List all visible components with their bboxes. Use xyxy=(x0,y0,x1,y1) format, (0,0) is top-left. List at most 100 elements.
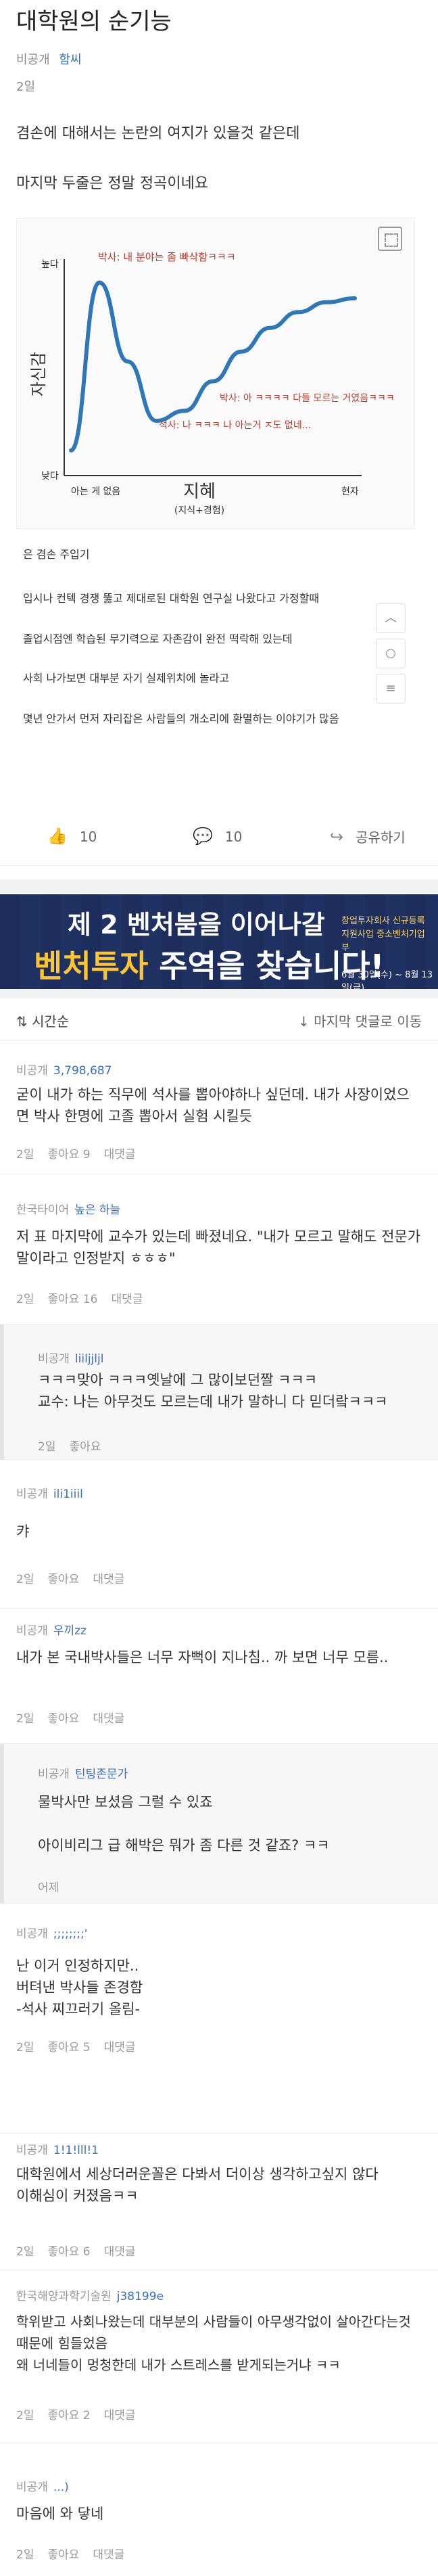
author-nickname[interactable]: 함씨 xyxy=(59,53,81,67)
comment-footer: 2일 좋아요 대댓글 xyxy=(16,1573,125,1586)
reply-button[interactable]: 대댓글 xyxy=(111,1293,143,1306)
banner-line-1: 제 2 벤처붐을 이어나갈 xyxy=(68,910,325,940)
comment-footer: 2일 좋아요 대댓글 xyxy=(16,1712,125,1726)
jump-to-last-comment[interactable]: ↓ 마지막 댓글로 이동 xyxy=(298,1011,422,1030)
comment-body: 내가 본 국내박사들은 너무 자뻑이 지나침.. 까 보면 너무 모름.. xyxy=(16,1649,389,1665)
thumbs-up-icon: 👍 xyxy=(47,827,68,846)
embed-text-line: 입시나 컨텍 경쟁 뚫고 제대로된 대학원 연구실 나왔다고 가정할때 xyxy=(23,592,320,605)
post-header: 대학원의 순기능 비공개 함씨 2일 xyxy=(0,0,438,95)
share-label: 공유하기 xyxy=(356,829,406,846)
section-divider xyxy=(0,879,438,893)
like-count: 10 xyxy=(79,829,97,845)
comment-meta: 한국타이어 높은 하늘 xyxy=(16,1203,121,1217)
scroll-up-icon[interactable]: ︿ xyxy=(376,603,406,633)
comment-item: 비공개 3,798,687 굳이 내가 하는 직무에 석사를 뽑아야하나 싶던데.… xyxy=(0,1042,438,1174)
body-line-2: 마지막 두줄은 정말 정곡이네요 xyxy=(16,175,209,192)
embedded-image[interactable]: 높다 낮다 자신감 아는 게 없음 현자 지혜 (지식+경험) 박사: 내 분야… xyxy=(16,218,415,894)
comment-like-button[interactable]: 좋아요 16 xyxy=(47,1293,97,1306)
body-line-1: 겸손에 대해서는 논란의 여지가 있을것 같은데 xyxy=(16,125,300,142)
comment-body: 난 이거 인정하지만.. 버텨낸 박사들 존경함 -석사 찌끄러기 올림- xyxy=(16,1958,143,2017)
embed-text-line: 사회 나가보면 대부분 자기 실제위치에 놀라고 xyxy=(23,672,230,685)
comment-body: 대학원에서 세상더러운꼴은 다봐서 더이상 생각하고싶지 않다 이해심이 커졌음ㅋ… xyxy=(16,2166,379,2204)
ad-banner[interactable]: 제 2 벤처붐을 이어나갈 벤처투자 주역을 찾습니다! 창업투자회사 신규등록… xyxy=(0,894,438,989)
post-body: 겸손에 대해서는 논란의 여지가 있을것 같은데 마지막 두줄은 정말 정곡이네… xyxy=(0,123,438,195)
comment-meta: 비공개 3,798,687 xyxy=(16,1064,112,1078)
comment-meta: 비공개 liiljjljl xyxy=(38,1352,104,1366)
y-low-label: 낮다 xyxy=(41,471,59,482)
comment-item: 비공개 우끼zz 내가 본 국내박사들은 너무 자뻑이 지나침.. 까 보면 너무… xyxy=(0,1609,438,1744)
comment-footer: 2일 좋아요 9 대댓글 xyxy=(16,1148,136,1162)
annotation-masters: 석사: 나 ㅋㅋㅋ 나 아는거 ㅈ도 없네... xyxy=(159,420,311,431)
y-axis-title: 자신감 xyxy=(29,352,48,396)
comment-like-button[interactable]: 좋아요 xyxy=(47,1573,79,1586)
x-axis-title: 지혜 xyxy=(183,482,216,502)
comment-like-button[interactable]: 좋아요 6 xyxy=(47,2245,90,2259)
image-side-buttons: ︿ ○ ≡ xyxy=(376,603,406,709)
expand-icon[interactable] xyxy=(378,227,402,251)
x-axis-subtitle: (지식+경험) xyxy=(174,505,224,516)
comment-item: 비공개...) 마음에 와 닿네 2일 좋아요 대댓글 xyxy=(0,2443,438,2576)
chart-area: 높다 낮다 자신감 아는 게 없음 현자 지혜 (지식+경험) 박사: 내 분야… xyxy=(16,218,415,529)
reply-item: 비공개 liiljjljl ㅋㅋㅋ맞아 ㅋㅋㅋ옛날에 그 많이보던짤 ㅋㅋㅋ 교수:… xyxy=(0,1325,438,1460)
y-high-label: 높다 xyxy=(41,259,59,270)
comment-item: 한국타이어 높은 하늘 저 표 마지막에 교수가 있는데 빠졌네요. "내가 모르… xyxy=(0,1174,438,1325)
comment-footer: 2일 좋아요 16 대댓글 xyxy=(16,1293,143,1306)
dunning-kruger-chart: 높다 낮다 자신감 아는 게 없음 현자 지혜 (지식+경험) 박사: 내 분야… xyxy=(29,251,395,516)
reply-button[interactable]: 대댓글 xyxy=(104,2409,136,2422)
author-org: 비공개 xyxy=(16,53,50,67)
comment-footer: 2일 좋아요 대댓글 xyxy=(16,2548,125,2562)
comment-like-button[interactable]: 좋아요 2 xyxy=(47,2409,90,2422)
annotation-phd-peak: 박사: 내 분야는 좀 빠삭함ㅋㅋㅋ xyxy=(98,251,236,263)
banner-sponsor: 창업투자회사 신규등록 지원사업 중소벤처기업부 xyxy=(341,916,425,953)
comment-body: ㅋㅋㅋ맞아 ㅋㅋㅋ옛날에 그 많이보던짤 ㅋㅋㅋ 교수: 나는 아무것도 모르는데… xyxy=(38,1372,388,1410)
comment-body: 물박사만 보셨음 그럴 수 있죠 아이비리그 급 해박은 뭐가 좀 다른 것 같죠… xyxy=(38,1794,330,1854)
reply-button[interactable]: 대댓글 xyxy=(93,1573,124,1586)
reply-button[interactable]: 대댓글 xyxy=(104,2041,136,2054)
share-button[interactable]: ↪ 공유하기 xyxy=(330,827,406,846)
comment-meta: 비공개 틴팅존문가 xyxy=(38,1768,128,1781)
comment-item: 비공개 ili1iiil 캬 2일 좋아요 대댓글 xyxy=(0,1460,438,1609)
comment-icon: 💬 xyxy=(193,827,213,846)
banner-line-2: 벤처투자 주역을 찾습니다! xyxy=(34,948,385,984)
comment-body: 굳이 내가 하는 직무에 석사를 뽑아야하나 싶던데. 내가 사장이었으면 박사… xyxy=(16,1086,410,1124)
reply-button[interactable]: 대댓글 xyxy=(104,2245,136,2259)
x-end-label: 현자 xyxy=(341,486,359,497)
reply-button[interactable]: 대댓글 xyxy=(93,1712,124,1726)
section-divider xyxy=(0,989,438,998)
embed-text-line: 몇년 안가서 먼저 자리잡은 사람들의 개소리에 환멸하는 이야기가 많음 xyxy=(23,712,339,725)
comment-body: 마음에 와 닿네 xyxy=(16,2506,104,2522)
post-title: 대학원의 순기능 xyxy=(16,8,172,35)
sort-icon: ⇅ xyxy=(16,1013,32,1030)
author-row: 비공개 함씨 xyxy=(16,50,422,68)
comment-button[interactable]: 💬 10 xyxy=(193,827,242,846)
post-action-bar: 👍 10 💬 10 ↪ 공유하기 xyxy=(0,812,438,866)
comment-like-button[interactable]: 좋아요 xyxy=(69,1440,101,1454)
comment-like-button[interactable]: 좋아요 xyxy=(47,2548,79,2562)
comment-item: 한국해양과학기술원 j38199e 학위받고 사회나왔는데 대부분의 사람들이 아… xyxy=(0,2270,438,2443)
comment-footer: 2일 좋아요 6 대댓글 xyxy=(16,2245,136,2259)
list-icon[interactable]: ≡ xyxy=(376,674,406,704)
comment-like-button[interactable]: 좋아요 5 xyxy=(47,2041,90,2054)
post-page: 대학원의 순기능 비공개 함씨 2일 겸손에 대해서는 논란의 여지가 있을것 … xyxy=(0,0,438,2576)
comment-meta: 비공개 우끼zz xyxy=(16,1624,87,1638)
x-start-label: 아는 게 없음 xyxy=(71,486,120,497)
reply-button[interactable]: 대댓글 xyxy=(104,1148,136,1162)
sort-order-toggle[interactable]: ⇅ 시간순 xyxy=(16,1011,69,1030)
comment-footer: 2일 좋아요 5 대댓글 xyxy=(16,2041,136,2054)
like-button[interactable]: 👍 10 xyxy=(47,827,97,846)
annotation-phd-later: 박사: 아 ㅋㅋㅋㅋ 다들 모르는 거였음ㅋㅋㅋ xyxy=(220,393,395,404)
comment-footer: 2일 좋아요 2 대댓글 xyxy=(16,2409,136,2422)
reply-button[interactable]: 대댓글 xyxy=(93,2548,124,2562)
arrow-down-icon: ↓ xyxy=(297,1013,314,1030)
embed-text-line: 은 겸손 주입기 xyxy=(23,548,90,561)
reply-item: 비공개 틴팅존문가 물박사만 보셨음 그럴 수 있죠 아이비리그 급 해박은 뭐가 … xyxy=(0,1744,438,1904)
comment-meta: 한국해양과학기술원 j38199e xyxy=(16,2290,164,2303)
comment-bubble-icon[interactable]: ○ xyxy=(376,639,406,668)
comment-like-button[interactable]: 좋아요 xyxy=(47,1712,79,1726)
comment-count: 10 xyxy=(224,829,243,845)
comment-like-button[interactable]: 좋아요 9 xyxy=(47,1148,90,1162)
comment-meta: 비공개 ;;;;;;;;' xyxy=(16,1927,88,1941)
comment-footer: 어제 xyxy=(38,1881,59,1895)
share-icon: ↪ xyxy=(330,827,344,846)
comment-meta: 비공개 1!1!lll!1 xyxy=(16,2144,99,2157)
